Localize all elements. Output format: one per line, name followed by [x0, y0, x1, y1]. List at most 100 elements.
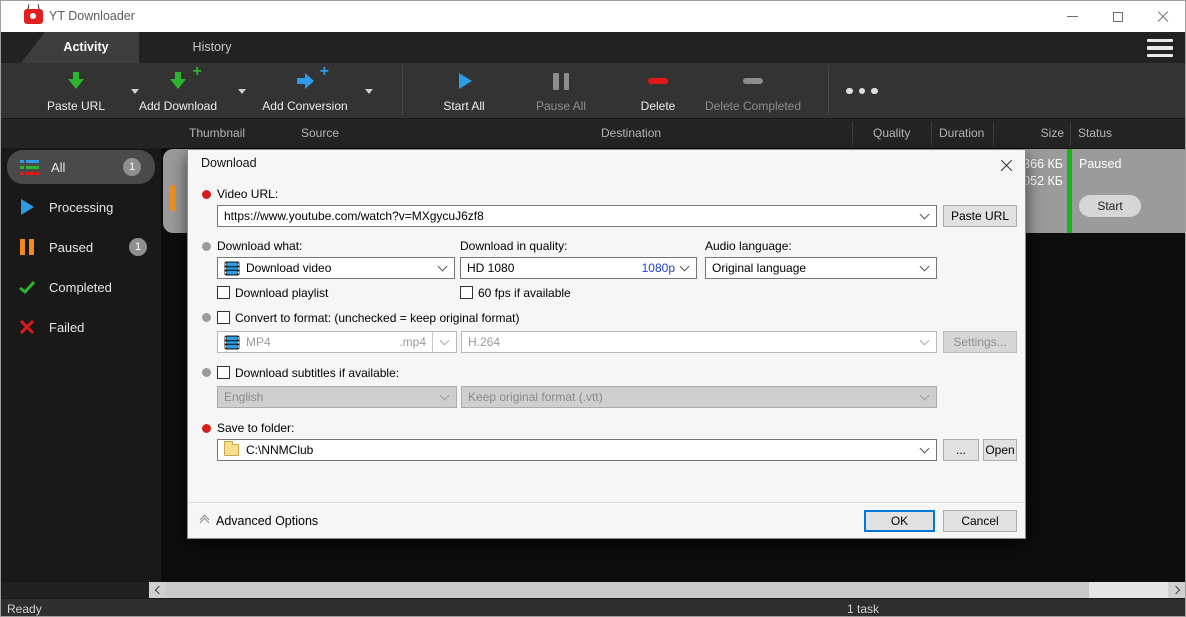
convert-format-checkbox[interactable] — [217, 311, 230, 324]
task-start-button[interactable]: Start — [1079, 195, 1141, 217]
audio-language-label: Audio language: — [705, 239, 792, 253]
format-combobox: MP4 .mp4 — [217, 331, 457, 353]
sidebar: All 1 Processing Paused 1 Completed — [1, 148, 161, 582]
chevron-down-icon — [440, 391, 450, 401]
app-title: YT Downloader — [49, 9, 135, 23]
settings-button: Settings... — [943, 331, 1017, 353]
download-dialog: Download Video URL: https://www.youtube.… — [187, 149, 1026, 539]
column-thumbnail[interactable]: Thumbnail — [189, 126, 245, 140]
folder-icon — [224, 444, 239, 456]
content-area: 366 КБ 052 КБ Paused Start All 1 Process… — [1, 148, 1185, 582]
fps60-label: 60 fps if available — [478, 286, 571, 300]
download-plus-icon: + — [167, 69, 189, 93]
list-header: Thumbnail Source Destination Quality Dur… — [1, 118, 1185, 148]
close-button[interactable] — [1140, 1, 1185, 32]
column-size[interactable]: Size — [1001, 126, 1064, 140]
audio-language-combobox[interactable]: Original language — [705, 257, 937, 279]
row-progress-bar — [1067, 149, 1072, 233]
paused-pause-icon — [17, 238, 37, 256]
tab-bar: Activity History — [1, 32, 1185, 63]
scrollbar-track[interactable] — [149, 582, 1185, 598]
tab-history[interactable]: History — [151, 32, 273, 63]
add-download-button[interactable]: + Add Download — [123, 69, 233, 113]
task-count: 1 task — [847, 602, 879, 616]
toolbar-separator — [828, 65, 829, 115]
subtitles-label: Download subtitles if available: — [235, 366, 399, 380]
browse-button[interactable]: ... — [943, 439, 979, 461]
film-icon — [224, 335, 240, 350]
save-folder-combobox[interactable]: C:\NNMClub — [217, 439, 937, 461]
play-icon — [453, 69, 475, 93]
scroll-left-icon[interactable] — [149, 582, 166, 598]
all-count-badge: 1 — [123, 158, 141, 176]
option-bullet-icon — [202, 368, 211, 377]
add-conversion-dropdown-icon[interactable] — [365, 89, 373, 94]
sidebar-item-failed[interactable]: Failed — [1, 310, 161, 344]
required-bullet-icon — [202, 190, 211, 199]
completed-check-icon — [17, 278, 37, 296]
column-duration[interactable]: Duration — [939, 126, 984, 140]
paste-url-button[interactable]: Paste URL — [21, 69, 131, 113]
delete-bar-icon — [648, 69, 668, 93]
horizontal-scrollbar — [1, 582, 1185, 598]
open-folder-button[interactable]: Open — [983, 439, 1017, 461]
sidebar-item-paused[interactable]: Paused 1 — [1, 230, 161, 264]
video-url-combobox[interactable]: https://www.youtube.com/watch?v=MXgycuJ6… — [217, 205, 937, 227]
column-source[interactable]: Source — [301, 126, 339, 140]
format-extension: .mp4 — [399, 335, 426, 349]
more-actions-icon[interactable] — [846, 69, 878, 113]
sidebar-item-all[interactable]: All 1 — [7, 150, 155, 184]
app-logo-icon — [24, 9, 43, 24]
toolbar: Paste URL + Add Download + Add Conversio… — [1, 63, 1185, 118]
close-icon — [1157, 11, 1169, 23]
maximize-button[interactable] — [1095, 1, 1140, 32]
column-quality[interactable]: Quality — [873, 126, 910, 140]
download-what-label: Download what: — [217, 239, 302, 253]
codec-combobox: H.264 — [461, 331, 937, 353]
download-playlist-checkbox[interactable] — [217, 286, 230, 299]
add-conversion-button[interactable]: + Add Conversion — [245, 69, 365, 113]
column-destination[interactable]: Destination — [601, 126, 661, 140]
video-url-label: Video URL: — [217, 187, 278, 201]
dialog-close-button[interactable] — [997, 156, 1015, 174]
menu-icon[interactable] — [1147, 39, 1173, 57]
subtitles-checkbox[interactable] — [217, 366, 230, 379]
option-bullet-icon — [202, 313, 211, 322]
quality-label: Download in quality: — [460, 239, 567, 253]
column-status[interactable]: Status — [1078, 126, 1112, 140]
dialog-title: Download — [201, 156, 257, 170]
film-icon — [224, 261, 240, 276]
status-bar: Ready 1 task — [1, 598, 1185, 617]
pause-icon — [553, 69, 569, 93]
quality-tag: 1080p — [642, 261, 675, 275]
subtitle-format-combobox: Keep original format (.vtt) — [461, 386, 937, 408]
maximize-icon — [1113, 12, 1123, 22]
sidebar-item-completed[interactable]: Completed — [1, 270, 161, 304]
toolbar-separator — [402, 65, 403, 115]
ok-button[interactable]: OK — [864, 510, 935, 532]
paused-thumbnail-icon — [170, 185, 176, 211]
download-what-combobox[interactable]: Download video — [217, 257, 455, 279]
sidebar-item-processing[interactable]: Processing — [1, 190, 161, 224]
chevron-down-icon — [920, 391, 930, 401]
status-text: Ready — [7, 602, 42, 616]
minimize-button[interactable] — [1050, 1, 1095, 32]
chevron-down-icon — [920, 210, 930, 220]
tab-activity[interactable]: Activity — [21, 32, 139, 63]
chevron-down-icon — [920, 262, 930, 272]
download-arrow-icon — [65, 69, 87, 93]
all-list-icon — [19, 158, 39, 176]
close-icon — [1000, 159, 1013, 172]
scrollbar-thumb[interactable] — [166, 582, 1089, 598]
quality-combobox[interactable]: HD 1080 1080p — [460, 257, 697, 279]
processing-play-icon — [17, 198, 37, 216]
option-bullet-icon — [202, 242, 211, 251]
scroll-right-icon[interactable] — [1168, 582, 1185, 598]
cancel-button[interactable]: Cancel — [943, 510, 1017, 532]
minimize-icon — [1067, 16, 1078, 17]
advanced-options-toggle[interactable]: Advanced Options — [201, 510, 318, 532]
dialog-paste-url-button[interactable]: Paste URL — [943, 205, 1017, 227]
start-all-button[interactable]: Start All — [414, 69, 514, 113]
fps60-checkbox[interactable] — [460, 286, 473, 299]
failed-x-icon — [17, 318, 37, 336]
